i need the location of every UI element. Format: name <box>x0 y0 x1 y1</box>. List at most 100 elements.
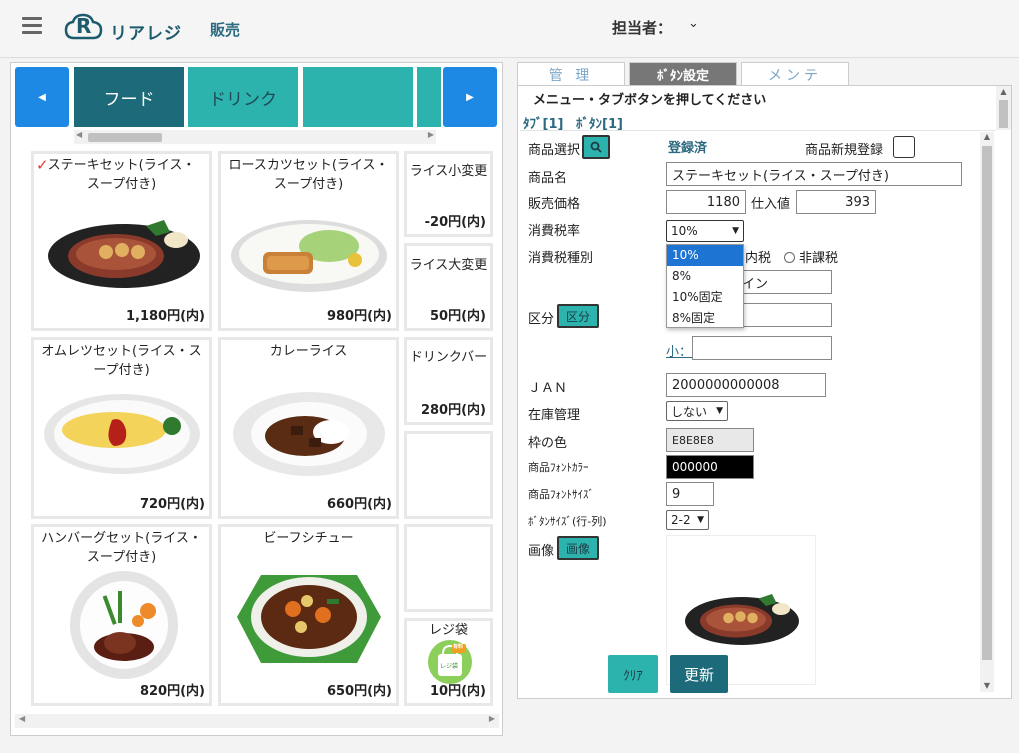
tax-rate-dropdown[interactable]: 10% 8% 10%固定 8%固定 <box>666 244 744 328</box>
scroll-up-icon[interactable]: ▲ <box>996 87 1011 96</box>
product-name: ハンバーグセット(ライス・スープ付き) <box>41 531 202 565</box>
tax-option[interactable]: 10% <box>667 245 743 266</box>
button-size-select[interactable]: 2-2 ▼ <box>666 510 709 530</box>
scroll-left-icon[interactable]: ◀ <box>76 130 82 139</box>
frame-color-input[interactable]: E8E8E8 <box>666 428 754 452</box>
scroll-right-icon[interactable]: ▶ <box>489 714 495 723</box>
curry-image <box>233 392 385 476</box>
tab-empty-1[interactable] <box>303 67 413 127</box>
chevron-down-icon: ▼ <box>732 226 739 236</box>
tab-button-settings[interactable]: ﾎﾞﾀﾝ設定 <box>629 62 737 86</box>
instruction-text: メニュー・タブボタンを押してください <box>533 93 767 108</box>
product-card-shopping-bag[interactable]: レジ袋 有料 レジ袋 10円(内) <box>404 618 493 706</box>
radio-icon[interactable] <box>784 252 795 263</box>
tax-exempt-option[interactable]: 非課税 <box>784 247 838 266</box>
product-card-empty[interactable] <box>404 431 493 519</box>
scroll-down-icon[interactable]: ▼ <box>980 681 994 690</box>
chevron-left-icon: ◀ <box>38 91 46 103</box>
panel-scroll-thumb[interactable] <box>999 100 1008 128</box>
tax-option[interactable]: 8%固定 <box>667 308 743 329</box>
product-card-curry[interactable]: カレーライス 660円(内) <box>218 337 399 519</box>
stock-label: 在庫管理 <box>528 408 581 423</box>
product-name: ビーフシチュー <box>263 531 354 546</box>
tab-info: ﾀﾌﾞ[1] <box>523 117 564 132</box>
jan-input[interactable]: 2000000000008 <box>666 373 826 397</box>
jan-label: ＪＡＮ <box>528 381 568 396</box>
chevron-down-icon[interactable]: ⌄ <box>688 16 699 31</box>
price-input[interactable]: 1180 <box>666 190 746 214</box>
stock-value: しない <box>671 404 708 419</box>
grid-scrollbar[interactable]: ◀ ▶ <box>15 714 499 728</box>
tax-exempt-label: 非課税 <box>799 251 839 266</box>
tab-prev-button[interactable]: ◀ <box>15 67 69 127</box>
nav-sales-link[interactable]: 販売 <box>210 19 240 40</box>
product-card-rice-small[interactable]: ライス小変更 -20円(内) <box>404 151 493 237</box>
image-button[interactable]: 画像 <box>557 536 599 560</box>
staff-label[interactable]: 担当者： <box>612 17 672 38</box>
product-price: 650円(内) <box>326 684 392 699</box>
price-label: 販売価格 <box>528 197 581 212</box>
tab-next-button[interactable]: ▶ <box>443 67 497 127</box>
clear-button[interactable]: ｸﾘｱ <box>608 655 658 693</box>
tax-option[interactable]: 10%固定 <box>667 287 743 308</box>
product-name: ドリンクバー <box>409 350 488 365</box>
product-price: 1,180円(内) <box>125 309 205 324</box>
category-button[interactable]: 区分 <box>557 304 599 328</box>
product-card-hamburg[interactable]: ハンバーグセット(ライス・スープ付き) 820円(内) <box>31 524 212 706</box>
tax-option[interactable]: 8% <box>667 266 743 287</box>
form-scroll-thumb[interactable] <box>982 146 992 660</box>
tax-rate-label: 消費税率 <box>528 224 581 239</box>
bag-paid-text: 有料 <box>453 644 464 650</box>
tab-admin[interactable]: 管 理 <box>517 62 625 86</box>
chevron-right-icon: ▶ <box>466 91 474 103</box>
product-card-steak[interactable]: ✓ ステーキセット(ライス・スープ付き) 1,180円(内) <box>31 151 212 331</box>
product-price: 660円(内) <box>326 497 392 512</box>
panel-scrollbar[interactable]: ▲ <box>996 86 1011 130</box>
search-button[interactable] <box>582 135 610 159</box>
category-label: 区分 <box>528 312 555 327</box>
product-price: 980円(内) <box>326 309 392 324</box>
product-name: カレーライス <box>269 344 348 359</box>
form-scrollbar[interactable]: ▲ ▼ <box>980 132 994 692</box>
tax-rate-value: 10% <box>671 224 698 238</box>
cost-input[interactable]: 393 <box>796 190 876 214</box>
stock-select[interactable]: しない ▼ <box>666 401 728 421</box>
bag-sub-text: レジ袋 <box>440 663 459 670</box>
tax-inclusive-label[interactable]: 内税 <box>745 247 771 266</box>
button-size-label: ﾎﾞﾀﾝｻｲｽﾞ(行-列) <box>528 515 607 528</box>
product-card-rosukatsu[interactable]: ロースカツセット(ライス・スープ付き) 980円(内) <box>218 151 399 331</box>
menu-icon[interactable] <box>22 17 42 34</box>
chevron-down-icon: ▼ <box>716 406 723 416</box>
tab-food[interactable]: フード <box>74 67 184 127</box>
product-name-input[interactable]: ステーキセット(ライス・スープ付き) <box>666 162 962 186</box>
product-card-drinkbar[interactable]: ドリンクバー 280円(内) <box>404 337 493 425</box>
update-button[interactable]: 更新 <box>670 655 728 693</box>
tab-drink[interactable]: ドリンク <box>188 67 298 127</box>
font-size-input[interactable]: 9 <box>666 482 714 506</box>
scroll-left-icon[interactable]: ◀ <box>19 714 25 723</box>
product-card-rice-large[interactable]: ライス大変更 50円(内) <box>404 243 493 331</box>
tab-scroll-thumb[interactable] <box>88 133 162 142</box>
scroll-up-icon[interactable]: ▲ <box>980 132 994 141</box>
scroll-right-icon[interactable]: ▶ <box>428 130 434 139</box>
product-price: -20円(内) <box>424 215 486 230</box>
tax-rate-select[interactable]: 10% ▼ <box>666 220 744 242</box>
tab-maintenance[interactable]: メンテ <box>741 62 849 86</box>
product-card-beefstew[interactable]: ビーフシチュー 650円(内) <box>218 524 399 706</box>
product-card-omelette[interactable]: オムレツセット(ライス・スープ付き) 720円(内) <box>31 337 212 519</box>
registered-status: 登録済 <box>668 141 708 156</box>
search-icon <box>590 141 602 153</box>
tab-empty-2[interactable] <box>417 67 441 127</box>
font-color-input[interactable]: 000000 <box>666 455 754 479</box>
category-small-input[interactable] <box>692 336 832 360</box>
product-price: 50円(内) <box>430 309 486 324</box>
tab-scrollbar[interactable]: ◀ ▶ <box>74 130 436 144</box>
cost-label: 仕入値 <box>751 197 791 212</box>
tax-type-label: 消費税種別 <box>528 251 594 266</box>
product-card-empty[interactable] <box>404 524 493 612</box>
chevron-down-icon: ▼ <box>697 515 704 525</box>
new-product-checkbox[interactable] <box>893 136 915 158</box>
product-price: 280円(内) <box>420 403 486 418</box>
product-price: 10円(内) <box>430 684 486 699</box>
small-category-label[interactable]: 小： <box>666 341 692 360</box>
